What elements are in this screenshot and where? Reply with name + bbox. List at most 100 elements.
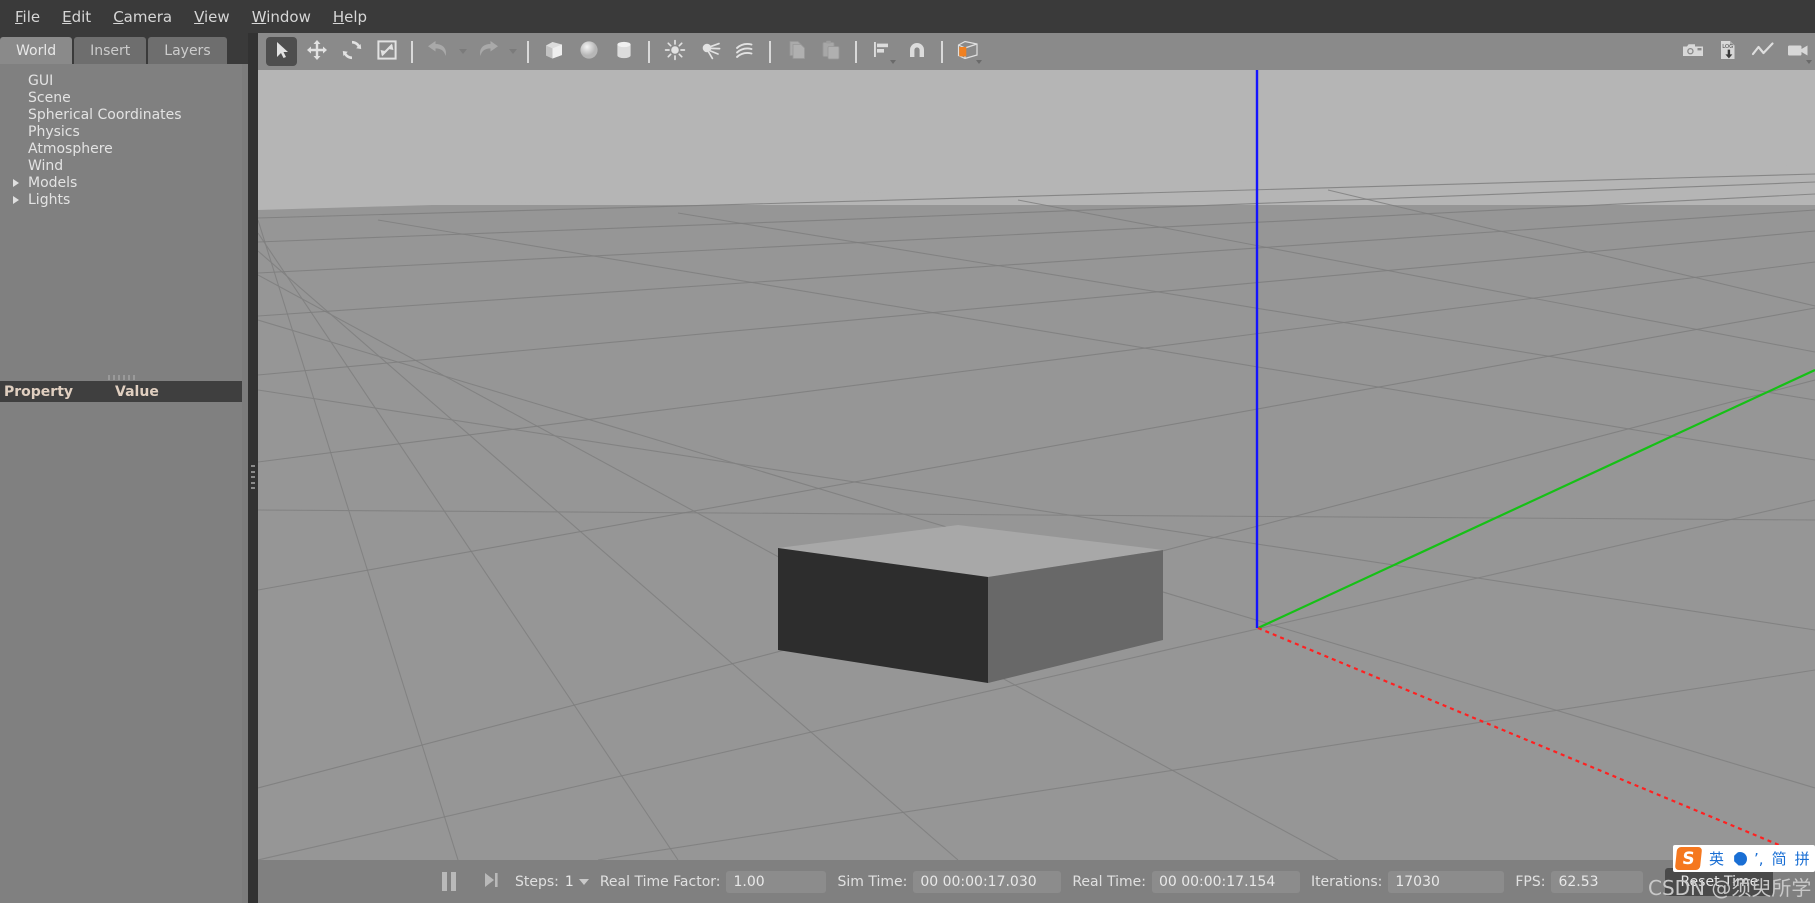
menu-help[interactable]: Help	[322, 5, 378, 29]
copy-icon	[785, 39, 807, 65]
sim-time-value: 00 00:00:17.030	[913, 870, 1062, 893]
rotate-icon	[341, 39, 363, 65]
tree-item-label: Scene	[28, 89, 71, 106]
unit-box-model	[778, 525, 1163, 683]
insert-spot-light-button[interactable]	[694, 37, 725, 66]
sphere-icon	[578, 39, 600, 65]
tab-insert[interactable]: Insert	[74, 37, 147, 64]
moon-icon[interactable]	[1733, 852, 1747, 866]
plot-window-button[interactable]	[1747, 37, 1778, 66]
scale-mode-button[interactable]	[371, 37, 402, 66]
sogou-ime-toolbar[interactable]: S 英 ’, 简 拼	[1673, 845, 1815, 872]
iterations-label: Iterations:	[1310, 873, 1383, 890]
toolbar-separator	[648, 40, 650, 63]
tree-expander-placeholder	[8, 106, 24, 123]
box-icon	[543, 39, 565, 65]
chevron-right-icon[interactable]	[8, 174, 24, 191]
steps-dropdown-caret[interactable]	[578, 878, 589, 885]
insert-box-button[interactable]	[538, 37, 569, 66]
log-record-button[interactable]: LOG	[1712, 37, 1743, 66]
main-vertical-splitter[interactable]	[248, 33, 258, 903]
toolbar-separator	[769, 40, 771, 63]
tree-item-models[interactable]: Models	[0, 174, 242, 191]
chevron-down-icon[interactable]	[1806, 60, 1812, 64]
toolbar-separator	[855, 40, 857, 63]
tree-item-physics[interactable]: Physics	[0, 123, 242, 140]
steps-label: Steps:	[515, 873, 559, 890]
property-table-header: Property Value	[0, 381, 242, 402]
tree-item-scene[interactable]: Scene	[0, 89, 242, 106]
tree-expander-placeholder	[8, 72, 24, 89]
value-column-header: Value	[115, 383, 159, 400]
redo-arrow-icon	[476, 40, 500, 64]
directional-light-icon	[734, 39, 756, 65]
world-tree: GUI Scene Spherical Coordinates Physics …	[0, 64, 242, 376]
tree-expander-placeholder	[8, 89, 24, 106]
screenshot-button[interactable]	[1677, 37, 1708, 66]
spot-light-icon	[699, 39, 721, 65]
steps-value: 1	[564, 873, 574, 890]
tab-layers[interactable]: Layers	[148, 37, 227, 64]
copy-button[interactable]	[780, 37, 811, 66]
pause-button[interactable]	[436, 869, 462, 895]
align-button[interactable]	[866, 37, 897, 66]
menu-view[interactable]: View	[183, 5, 241, 29]
tree-item-gui[interactable]: GUI	[0, 72, 242, 89]
redo-dropdown-caret[interactable]	[505, 37, 520, 66]
video-record-button[interactable]	[1782, 37, 1813, 66]
step-button[interactable]	[478, 869, 504, 895]
view-angle-button[interactable]	[952, 37, 983, 66]
tab-world[interactable]: World	[0, 37, 73, 64]
toolbar-separator	[527, 40, 529, 63]
chevron-down-icon[interactable]	[890, 60, 896, 64]
menu-edit[interactable]: Edit	[51, 5, 102, 29]
panel-horizontal-splitter[interactable]	[98, 374, 144, 380]
sogou-logo-icon[interactable]: S	[1674, 847, 1703, 870]
tree-expander-placeholder	[8, 157, 24, 174]
tree-item-label: Spherical Coordinates	[28, 106, 182, 123]
paste-icon	[820, 39, 842, 65]
tree-item-label: Physics	[28, 123, 80, 140]
left-panel-tabbar: World Insert Layers	[0, 33, 248, 64]
paste-button[interactable]	[815, 37, 846, 66]
real-time-value: 00 00:00:17.154	[1151, 870, 1300, 893]
property-table-body[interactable]	[0, 402, 242, 903]
tree-item-spherical-coordinates[interactable]: Spherical Coordinates	[0, 106, 242, 123]
tree-item-wind[interactable]: Wind	[0, 157, 242, 174]
menu-window[interactable]: Window	[241, 5, 322, 29]
main-toolbar: LOG	[258, 33, 1815, 70]
undo-button[interactable]	[422, 37, 453, 66]
tree-item-label: Models	[28, 174, 78, 191]
ime-pinyin-toggle[interactable]: 拼	[1795, 848, 1810, 869]
chevron-down-icon[interactable]	[976, 60, 982, 64]
snap-button[interactable]	[901, 37, 932, 66]
rotate-mode-button[interactable]	[336, 37, 367, 66]
undo-dropdown-caret[interactable]	[455, 37, 470, 66]
splitter-grip-icon	[251, 465, 255, 489]
ground-grid	[258, 70, 1815, 860]
tree-expander-placeholder	[8, 123, 24, 140]
insert-point-light-button[interactable]	[659, 37, 690, 66]
sim-time-label: Sim Time:	[837, 873, 908, 890]
move-arrows-icon	[306, 39, 328, 65]
tree-item-atmosphere[interactable]: Atmosphere	[0, 140, 242, 157]
plot-line-icon	[1751, 40, 1775, 64]
insert-directional-light-button[interactable]	[729, 37, 760, 66]
select-mode-button[interactable]	[266, 37, 297, 66]
insert-sphere-button[interactable]	[573, 37, 604, 66]
simulation-status-bar: Steps: 1 Real Time Factor: 1.00 Sim Time…	[258, 860, 1815, 903]
comma-icon[interactable]: ’,	[1754, 850, 1764, 868]
chevron-right-icon[interactable]	[8, 191, 24, 208]
translate-mode-button[interactable]	[301, 37, 332, 66]
ime-language-toggle[interactable]: 英	[1709, 848, 1724, 869]
render-viewport-3d[interactable]	[258, 70, 1815, 860]
scale-icon	[376, 39, 398, 65]
insert-cylinder-button[interactable]	[608, 37, 639, 66]
menu-camera[interactable]: Camera	[102, 5, 183, 29]
ime-simplified-toggle[interactable]: 简	[1772, 848, 1787, 869]
undo-arrow-icon	[426, 40, 450, 64]
menu-file[interactable]: File	[4, 5, 51, 29]
redo-button[interactable]	[472, 37, 503, 66]
gazebo-window: File Edit Camera View Window Help World …	[0, 0, 1815, 903]
tree-item-lights[interactable]: Lights	[0, 191, 242, 208]
